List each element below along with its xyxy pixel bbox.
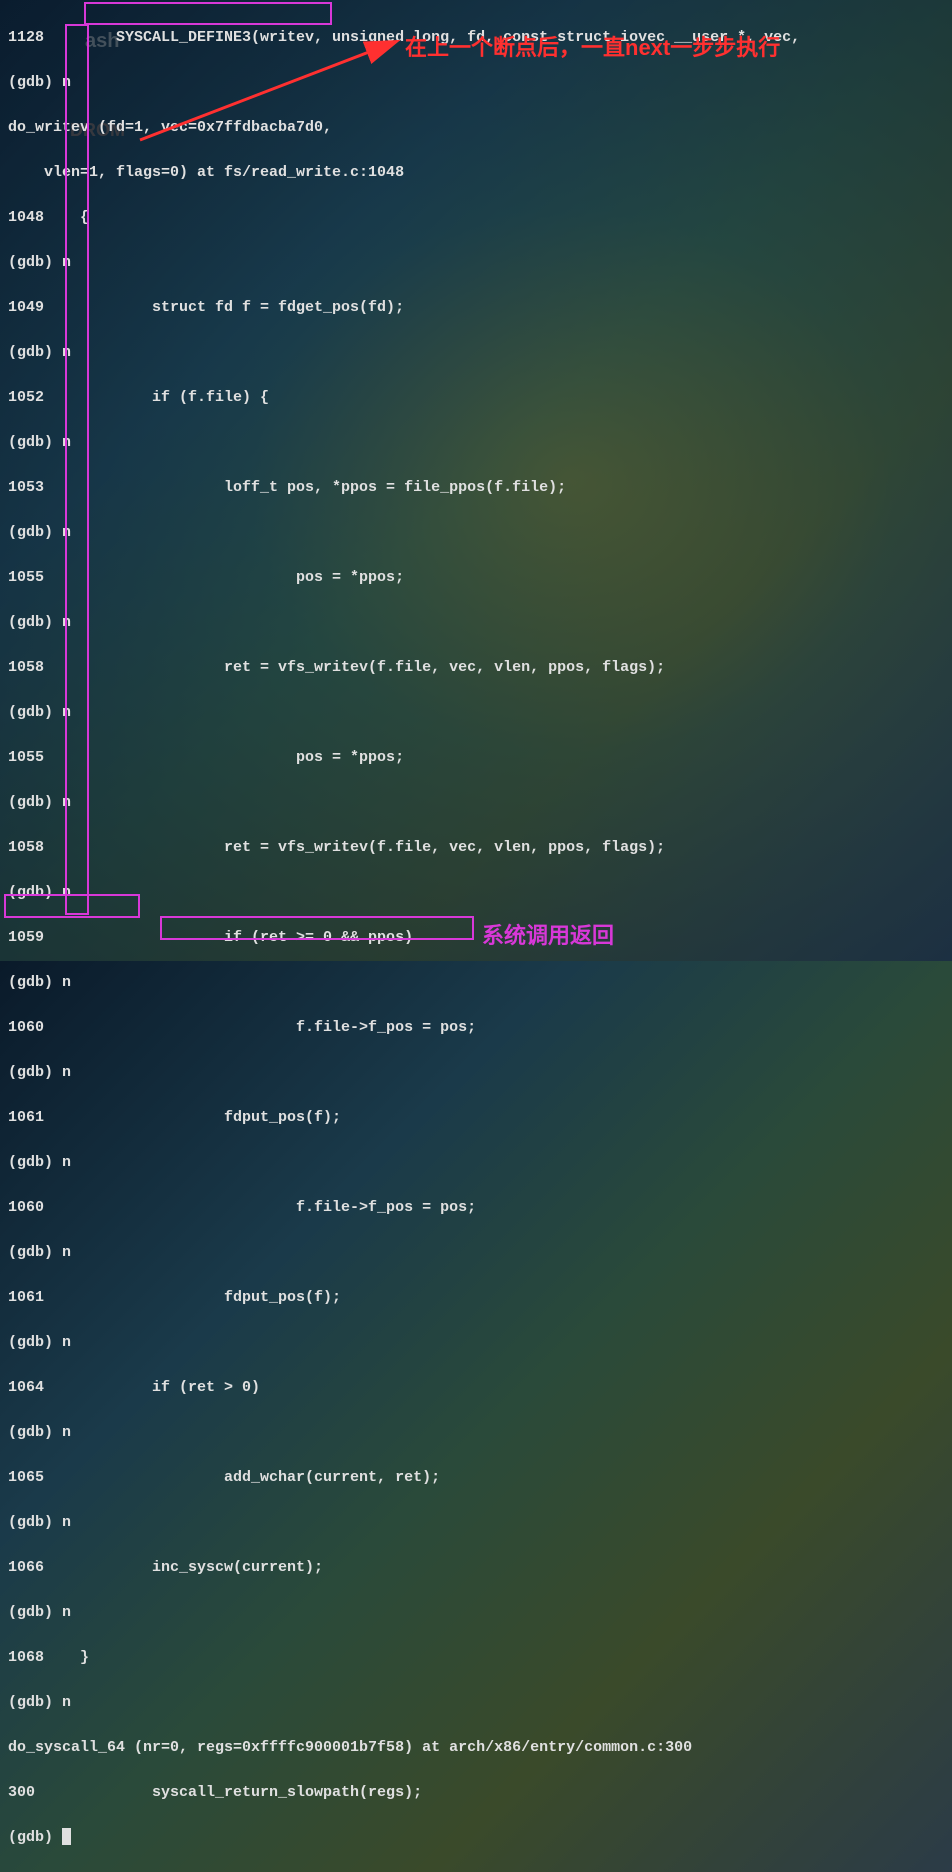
annotation-next-step: 在上一个断点后，一直next一步步执行: [405, 30, 780, 62]
gdb-prompt-line: (gdb) n: [8, 1512, 944, 1535]
code-line: 1068 }: [8, 1647, 944, 1670]
code-line: 1059 if (ret >= 0 && ppos): [8, 927, 944, 950]
code-line: 1058 ret = vfs_writev(f.file, vec, vlen,…: [8, 837, 944, 860]
gdb-prompt-line: (gdb) n: [8, 1152, 944, 1175]
code-line: 1064 if (ret > 0): [8, 1377, 944, 1400]
code-line: 1060 f.file->f_pos = pos;: [8, 1197, 944, 1220]
code-line: 1055 pos = *ppos;: [8, 567, 944, 590]
code-line: 1052 if (f.file) {: [8, 387, 944, 410]
code-line: 1055 pos = *ppos;: [8, 747, 944, 770]
code-line: 300 syscall_return_slowpath(regs);: [8, 1782, 944, 1805]
gdb-prompt-line: (gdb) n: [8, 1062, 944, 1085]
gdb-terminal-output[interactable]: 1128 SYSCALL_DEFINE3(writev, unsigned lo…: [8, 4, 944, 1872]
gdb-prompt-line: (gdb) n: [8, 252, 944, 275]
code-line: 1061 fdput_pos(f);: [8, 1287, 944, 1310]
gdb-prompt-line: (gdb) n: [8, 612, 944, 635]
code-line: do_syscall_64 (nr=0, regs=0xffffc900001b…: [8, 1737, 944, 1760]
code-line: 1065 add_wchar(current, ret);: [8, 1467, 944, 1490]
code-line: 1048 {: [8, 207, 944, 230]
code-line: do_writev (fd=1, vec=0x7ffdbacba7d0,: [8, 117, 944, 140]
cursor-icon: [62, 1828, 71, 1845]
gdb-prompt-line: (gdb) n: [8, 1242, 944, 1265]
gdb-prompt-line: (gdb) n: [8, 342, 944, 365]
gdb-prompt-line: (gdb) n: [8, 702, 944, 725]
gdb-prompt-line: (gdb) n: [8, 972, 944, 995]
code-line: 1061 fdput_pos(f);: [8, 1107, 944, 1130]
code-line: 1049 struct fd f = fdget_pos(fd);: [8, 297, 944, 320]
gdb-prompt-line: (gdb) n: [8, 1422, 944, 1445]
annotation-syscall-return: 系统调用返回: [482, 918, 614, 950]
gdb-prompt-line: (gdb) n: [8, 72, 944, 95]
gdb-prompt-active[interactable]: (gdb): [8, 1827, 944, 1850]
gdb-prompt-line: (gdb) n: [8, 432, 944, 455]
gdb-prompt-line: (gdb) n: [8, 522, 944, 545]
code-line: 1066 inc_syscw(current);: [8, 1557, 944, 1580]
gdb-prompt-line: (gdb) n: [8, 792, 944, 815]
code-line: 1060 f.file->f_pos = pos;: [8, 1017, 944, 1040]
gdb-prompt-line: (gdb) n: [8, 1692, 944, 1715]
gdb-prompt-line: (gdb) n: [8, 1602, 944, 1625]
code-line: 1058 ret = vfs_writev(f.file, vec, vlen,…: [8, 657, 944, 680]
gdb-prompt-line: (gdb) n: [8, 1332, 944, 1355]
code-line: 1053 loff_t pos, *ppos = file_ppos(f.fil…: [8, 477, 944, 500]
gdb-prompt-line: (gdb) n: [8, 882, 944, 905]
code-line: vlen=1, flags=0) at fs/read_write.c:1048: [8, 162, 944, 185]
